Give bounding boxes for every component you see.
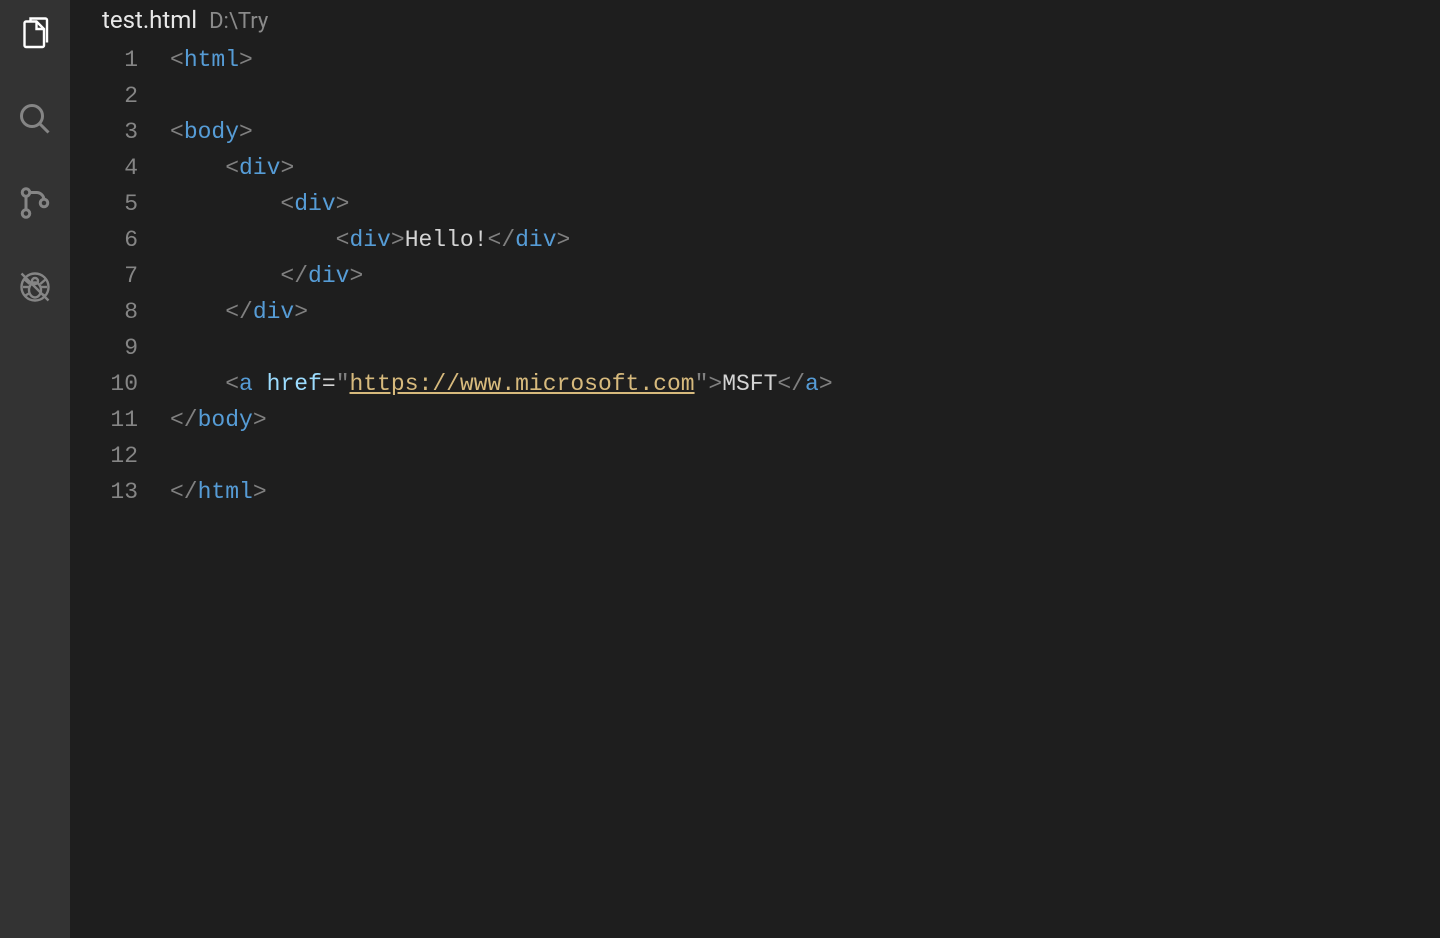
open-file-path: D:\Try xyxy=(209,9,268,34)
explorer-icon[interactable] xyxy=(14,14,56,56)
code-line[interactable]: <body> xyxy=(170,114,1440,150)
line-number: 4 xyxy=(70,150,138,186)
code-line[interactable]: <html> xyxy=(170,42,1440,78)
line-number: 13 xyxy=(70,474,138,510)
line-number: 11 xyxy=(70,402,138,438)
code-content[interactable]: <html> <body> <div> <div> <div>Hello!</d… xyxy=(170,40,1440,938)
line-number: 5 xyxy=(70,186,138,222)
code-editor[interactable]: 12345678910111213 <html> <body> <div> <d… xyxy=(70,40,1440,938)
line-number-gutter: 12345678910111213 xyxy=(70,40,170,938)
code-line[interactable]: </div> xyxy=(170,294,1440,330)
code-line[interactable]: <div>Hello!</div> xyxy=(170,222,1440,258)
line-number: 12 xyxy=(70,438,138,474)
line-number: 3 xyxy=(70,114,138,150)
activity-bar xyxy=(0,0,70,938)
code-line[interactable]: <a href="https://www.microsoft.com">MSFT… xyxy=(170,366,1440,402)
line-number: 6 xyxy=(70,222,138,258)
line-number: 7 xyxy=(70,258,138,294)
code-line[interactable] xyxy=(170,438,1440,474)
editor-area: test.html D:\Try 12345678910111213 <html… xyxy=(70,0,1440,938)
source-control-icon[interactable] xyxy=(14,182,56,224)
code-line[interactable]: <div> xyxy=(170,186,1440,222)
code-line[interactable]: <div> xyxy=(170,150,1440,186)
search-icon[interactable] xyxy=(14,98,56,140)
open-file-name: test.html xyxy=(102,6,197,34)
line-number: 10 xyxy=(70,366,138,402)
line-number: 8 xyxy=(70,294,138,330)
editor-header: test.html D:\Try xyxy=(70,0,1440,40)
code-line[interactable]: </html> xyxy=(170,474,1440,510)
line-number: 1 xyxy=(70,42,138,78)
line-number: 9 xyxy=(70,330,138,366)
code-line[interactable]: </body> xyxy=(170,402,1440,438)
code-line[interactable]: </div> xyxy=(170,258,1440,294)
code-line[interactable] xyxy=(170,78,1440,114)
code-line[interactable] xyxy=(170,330,1440,366)
line-number: 2 xyxy=(70,78,138,114)
debug-icon[interactable] xyxy=(14,266,56,308)
